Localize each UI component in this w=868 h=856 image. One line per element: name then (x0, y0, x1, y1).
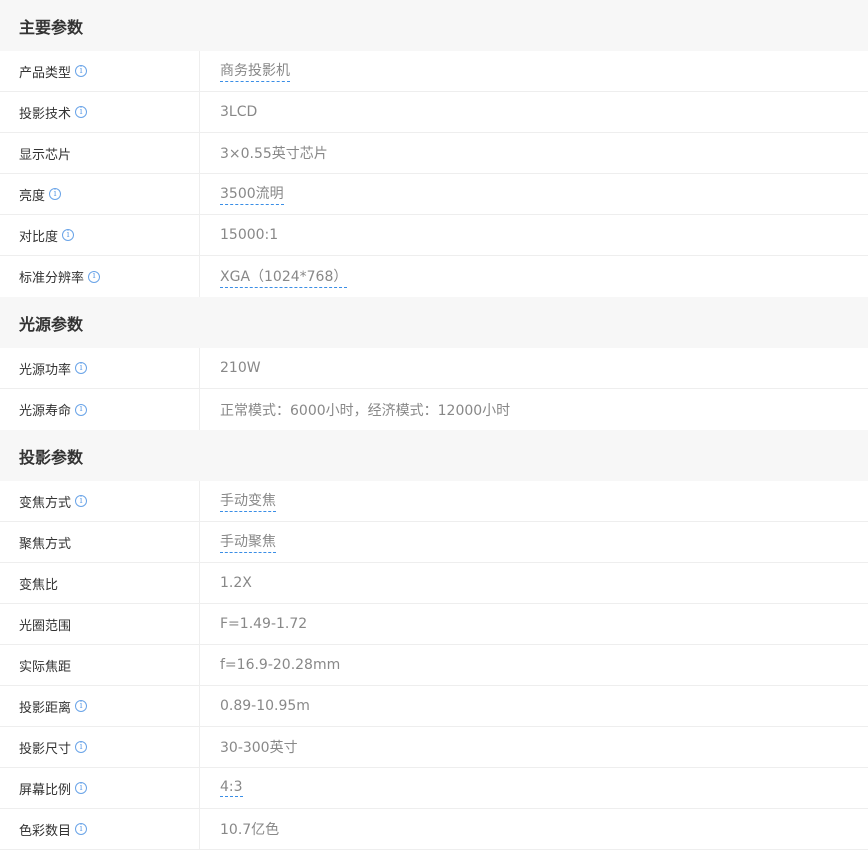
spec-value-link[interactable]: 4:3 (220, 779, 243, 797)
spec-row-resolution: 标准分辨率 i XGA（1024*768） (0, 256, 868, 297)
spec-row-zoom-ratio: 变焦比 1.2X (0, 563, 868, 604)
spec-value: 1.2X (220, 575, 252, 591)
spec-row-zoom-mode: 变焦方式 i 手动变焦 (0, 481, 868, 522)
spec-row-aspect-ratio: 屏幕比例 i 4:3 (0, 768, 868, 809)
info-icon[interactable]: i (75, 782, 88, 794)
spec-label: 实际焦距 (19, 659, 72, 675)
spec-value: F=1.49-1.72 (220, 616, 308, 632)
info-icon[interactable]: i (62, 229, 75, 241)
spec-row-throw-distance: 投影距离 i 0.89-10.95m (0, 686, 868, 727)
spec-value: 3LCD (220, 104, 258, 120)
spec-label: 变焦方式 (19, 495, 72, 511)
spec-value: 30-300英寸 (220, 740, 298, 756)
spec-value: 10.7亿色 (220, 822, 280, 838)
spec-table: 主要参数 产品类型 i 商务投影机 投影技术 i 3LCD 显示芯片 3×0.5… (0, 0, 868, 850)
section-header-projection: 投影参数 (0, 430, 868, 481)
spec-label: 光源寿命 (19, 404, 72, 419)
spec-label: 亮度 (19, 188, 46, 204)
info-icon[interactable]: i (75, 495, 88, 507)
spec-value-link[interactable]: XGA（1024*768） (220, 266, 348, 288)
spec-value: 0.89-10.95m (220, 698, 310, 714)
spec-row-color-count: 色彩数目 i 10.7亿色 (0, 809, 868, 850)
info-icon[interactable]: i (75, 362, 88, 374)
spec-row-brightness: 亮度 i 3500流明 (0, 174, 868, 215)
spec-row-image-size: 投影尺寸 i 30-300英寸 (0, 727, 868, 768)
spec-label: 色彩数目 (19, 823, 72, 839)
spec-row-projection-tech: 投影技术 i 3LCD (0, 92, 868, 133)
spec-row-display-chip: 显示芯片 3×0.55英寸芯片 (0, 133, 868, 174)
spec-label: 光圈范围 (19, 618, 72, 634)
spec-label: 屏幕比例 (19, 782, 72, 798)
spec-row-product-type: 产品类型 i 商务投影机 (0, 51, 868, 92)
spec-label: 光源功率 (19, 362, 72, 378)
spec-row-focus-mode: 聚焦方式 手动聚焦 (0, 522, 868, 563)
info-icon[interactable]: i (75, 823, 88, 835)
spec-label: 投影尺寸 (19, 741, 72, 757)
spec-value: 15000:1 (220, 227, 279, 243)
info-icon[interactable]: i (75, 65, 88, 77)
spec-value: 210W (220, 360, 261, 376)
spec-row-aperture: 光圈范围 F=1.49-1.72 (0, 604, 868, 645)
spec-label: 聚焦方式 (19, 536, 72, 552)
info-icon[interactable]: i (75, 106, 88, 118)
spec-label: 投影技术 (19, 106, 72, 122)
spec-label: 显示芯片 (19, 147, 72, 163)
spec-value-link[interactable]: 手动聚焦 (220, 531, 276, 553)
spec-value: 3×0.55英寸芯片 (220, 146, 328, 162)
spec-label: 变焦比 (19, 577, 59, 593)
spec-label: 投影距离 (19, 700, 72, 716)
info-icon[interactable]: i (88, 270, 101, 283)
spec-value-link[interactable]: 商务投影机 (220, 60, 290, 82)
spec-value: 正常模式：6000小时，经济模式：12000小时 (220, 402, 511, 419)
spec-label: 产品类型 (19, 65, 72, 81)
spec-value-link[interactable]: 手动变焦 (220, 490, 276, 512)
spec-row-focal-length: 实际焦距 f=16.9-20.28mm (0, 645, 868, 686)
spec-value: f=16.9-20.28mm (220, 657, 341, 673)
spec-row-contrast: 对比度 i 15000:1 (0, 215, 868, 256)
info-icon[interactable]: i (75, 741, 88, 753)
section-header-main-params: 主要参数 (0, 0, 868, 51)
info-icon[interactable]: i (75, 700, 88, 712)
spec-value-link[interactable]: 3500流明 (220, 183, 284, 205)
info-icon[interactable]: i (75, 403, 88, 416)
spec-label: 标准分辨率 (19, 271, 85, 286)
spec-row-light-power: 光源功率 i 210W (0, 348, 868, 389)
section-header-light-source: 光源参数 (0, 297, 868, 348)
info-icon[interactable]: i (49, 188, 62, 200)
spec-row-light-life: 光源寿命 i 正常模式：6000小时，经济模式：12000小时 (0, 389, 868, 430)
spec-label: 对比度 (19, 229, 59, 245)
